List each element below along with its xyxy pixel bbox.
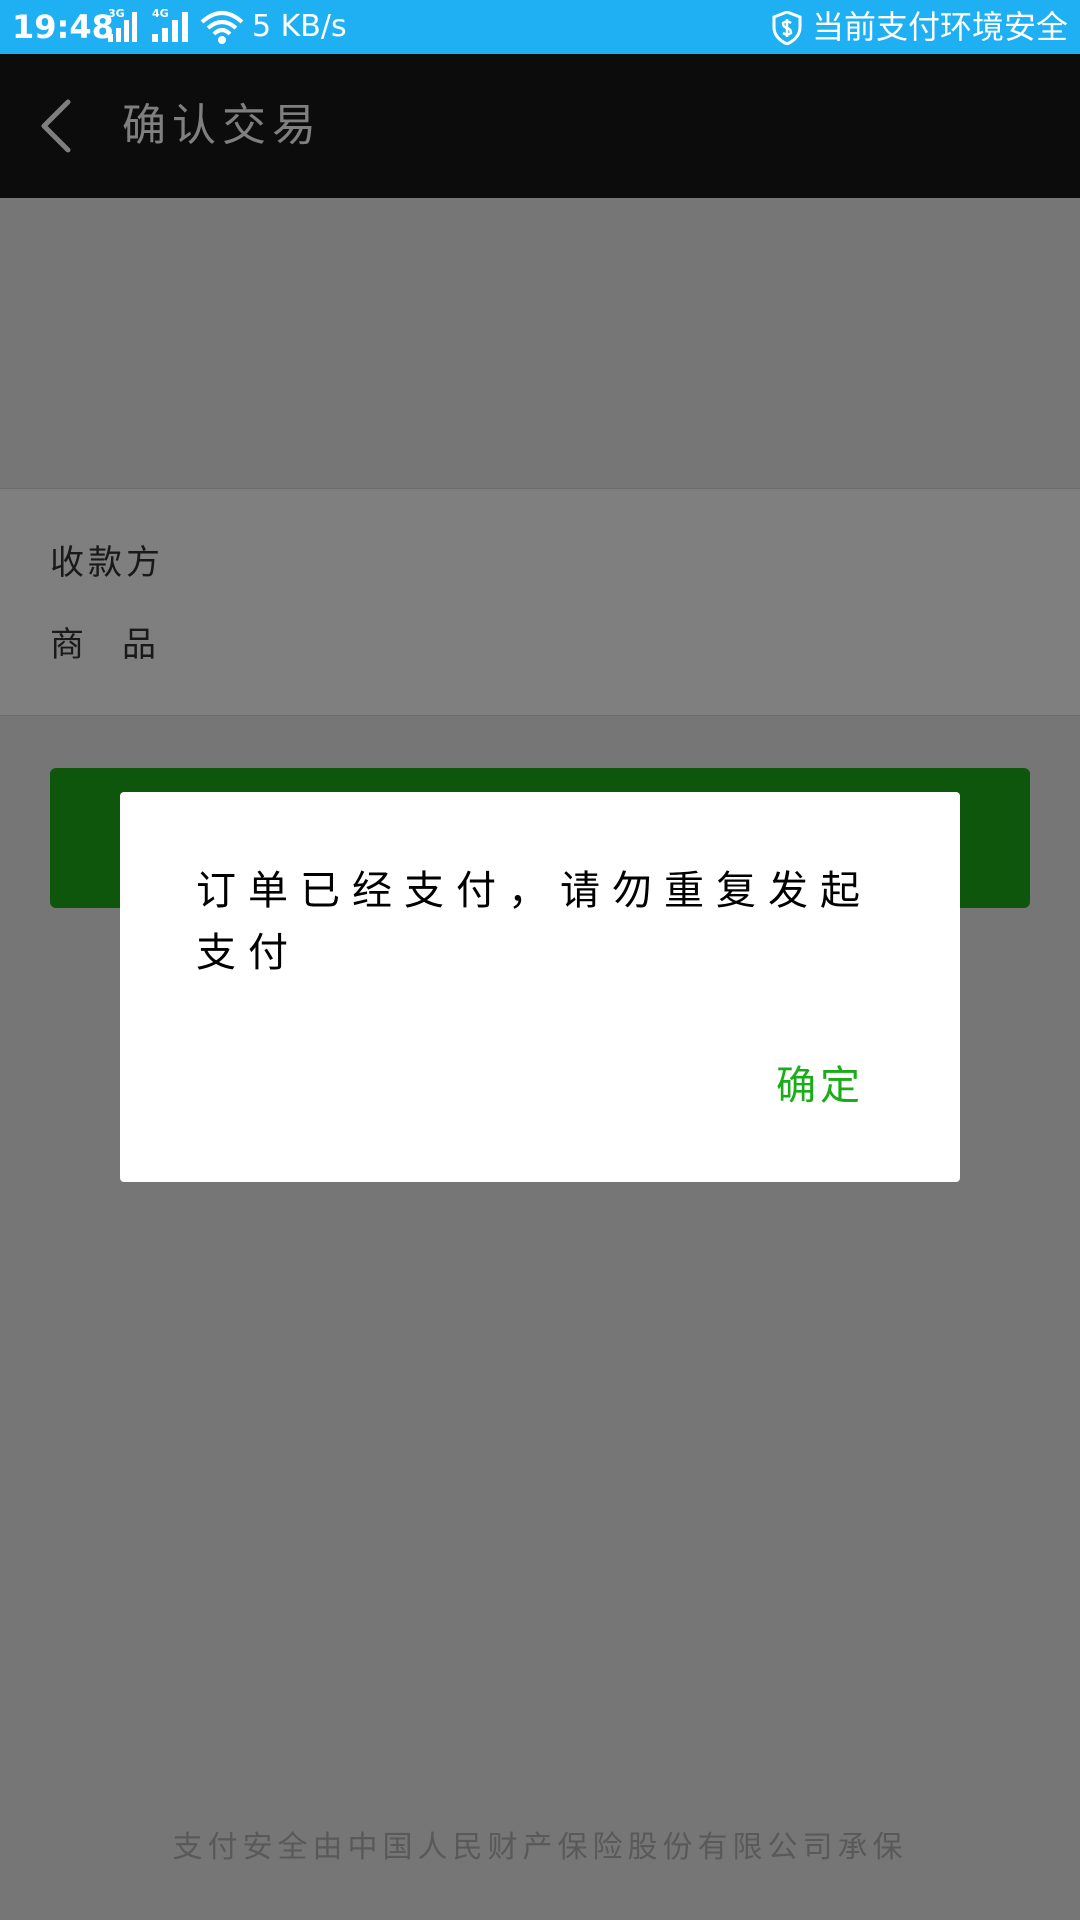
shield-dollar-icon [772,11,802,45]
alert-dialog: 订单已经支付，请勿重复发起支付 确定 [120,792,960,1182]
status-bar: 19:48 3G 4G 5 KB/s 当前支付环境安全 [0,0,1080,54]
signal-icon [108,12,137,42]
wifi-icon [200,11,244,44]
confirm-button[interactable]: 确定 [776,1058,864,1114]
status-time: 19:48 [12,8,114,46]
payment-security-status: 当前支付环境安全 [811,8,1068,46]
dialog-message: 订单已经支付，请勿重复发起支付 [196,868,872,976]
signal-icon [152,12,188,42]
network-speed: 5 KB/s [252,9,347,44]
